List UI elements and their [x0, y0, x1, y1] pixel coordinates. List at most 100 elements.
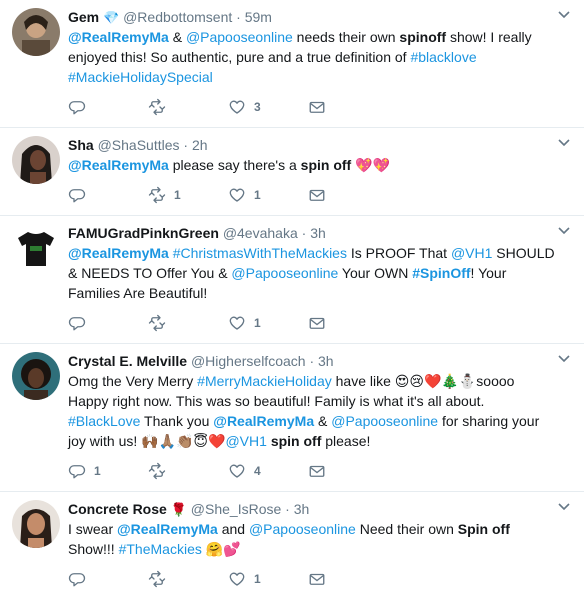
- author-name[interactable]: Crystal E. Melville: [68, 353, 187, 369]
- text-segment: have like: [331, 373, 395, 389]
- chevron-down-icon[interactable]: [556, 6, 572, 22]
- emoji-group: 🙌🏾🙏🏽👏🏽😇❤️: [141, 433, 226, 449]
- like-button[interactable]: 1: [228, 314, 308, 332]
- timestamp[interactable]: 59m: [245, 9, 272, 25]
- retweet-button[interactable]: [148, 314, 228, 332]
- hashtag-link[interactable]: #blacklove: [410, 49, 476, 65]
- tweet[interactable]: Crystal E. Melville @Higherselfcoach · 3…: [0, 344, 584, 492]
- reply-button[interactable]: [68, 98, 148, 116]
- like-button[interactable]: 1: [228, 570, 308, 588]
- reply-icon: [68, 465, 86, 479]
- tweet-header: Crystal E. Melville @Higherselfcoach · 3…: [68, 352, 556, 370]
- timestamp[interactable]: 2h: [192, 137, 208, 153]
- mention-link[interactable]: @RealRemyMa: [68, 29, 169, 45]
- avatar[interactable]: [12, 224, 60, 272]
- mention-link[interactable]: @RealRemyMa: [68, 245, 169, 261]
- dm-button[interactable]: [308, 186, 388, 204]
- tweet[interactable]: Concrete Rose 🌹 @She_IsRose · 3h I swear…: [0, 492, 584, 597]
- tweet-feed: Gem 💎 @Redbottomsent · 59m @RealRemyMa &…: [0, 0, 584, 597]
- dm-button[interactable]: [308, 314, 388, 332]
- timestamp[interactable]: 3h: [310, 225, 326, 241]
- reply-button[interactable]: [68, 186, 148, 204]
- chevron-down-icon[interactable]: [556, 350, 572, 366]
- retweet-button[interactable]: [148, 462, 228, 480]
- reply-icon: [68, 573, 86, 587]
- mention-link[interactable]: @VH1: [451, 245, 492, 261]
- mention-link[interactable]: @Papooseonline: [186, 29, 293, 45]
- tweet-actions: 1 1: [68, 183, 556, 207]
- dm-button[interactable]: [308, 570, 388, 588]
- retweet-icon: [148, 98, 166, 116]
- avatar[interactable]: [12, 136, 60, 184]
- author-handle[interactable]: @Higherselfcoach: [191, 353, 306, 369]
- retweet-icon: [148, 570, 166, 588]
- chevron-down-icon[interactable]: [556, 498, 572, 514]
- highlighted-keyword: spinoff: [399, 29, 447, 45]
- avatar[interactable]: [12, 352, 60, 400]
- chevron-down-icon[interactable]: [556, 134, 572, 150]
- author-handle[interactable]: @4evahaka: [223, 225, 298, 241]
- reply-icon: [68, 189, 86, 203]
- like-button[interactable]: 4: [228, 462, 308, 480]
- text-segment: &: [314, 413, 332, 429]
- mention-link[interactable]: @RealRemyMa: [117, 521, 218, 537]
- separator-dot: ·: [301, 225, 307, 241]
- heart-icon: [229, 316, 245, 330]
- reply-button[interactable]: 1: [68, 462, 148, 480]
- tweet-actions: 1 4: [68, 459, 556, 483]
- tweet-text: I swear @RealRemyMa and @Papooseonline N…: [68, 519, 556, 559]
- retweet-icon: [148, 186, 166, 204]
- mention-link[interactable]: @Papooseonline: [249, 521, 356, 537]
- mention-link[interactable]: @RealRemyMa: [68, 157, 169, 173]
- tweet-header: Sha @ShaSuttles · 2h: [68, 136, 556, 154]
- hashtag-link[interactable]: #TheMackies: [119, 541, 202, 557]
- tweet[interactable]: FAMUGradPinknGreen @4evahaka · 3h @RealR…: [0, 216, 584, 344]
- retweet-icon: [148, 314, 166, 332]
- tweet-actions: 3: [68, 95, 556, 119]
- envelope-icon: [309, 189, 325, 201]
- mention-link[interactable]: @Papooseonline: [231, 265, 338, 281]
- timestamp[interactable]: 3h: [294, 501, 310, 517]
- hashtag-link[interactable]: #MerryMackieHoliday: [197, 373, 332, 389]
- retweet-button[interactable]: 1: [148, 186, 228, 204]
- author-name[interactable]: FAMUGradPinknGreen: [68, 225, 219, 241]
- timestamp[interactable]: 3h: [318, 353, 334, 369]
- highlighted-keyword: spin off: [300, 157, 352, 173]
- dm-button[interactable]: [308, 462, 388, 480]
- mention-link[interactable]: @Papooseonline: [331, 413, 438, 429]
- tweet-text: @RealRemyMa please say there's a spin of…: [68, 155, 556, 175]
- like-button[interactable]: 3: [228, 98, 308, 116]
- hashtag-link[interactable]: #BlackLove: [68, 413, 140, 429]
- envelope-icon: [309, 101, 325, 113]
- hashtag-link[interactable]: #ChristmasWithTheMackies: [173, 245, 347, 261]
- hashtag-link[interactable]: #SpinOff: [412, 265, 470, 281]
- author-name[interactable]: Gem: [68, 9, 99, 25]
- text-segment: Omg the Very Merry: [68, 373, 198, 389]
- emoji-group: 😍😢❤️🎄⛄: [394, 373, 477, 389]
- tweet[interactable]: Sha @ShaSuttles · 2h @RealRemyMa please …: [0, 128, 584, 216]
- mention-link[interactable]: @RealRemyMa: [213, 413, 314, 429]
- envelope-icon: [309, 573, 325, 585]
- dm-button[interactable]: [308, 98, 388, 116]
- author-handle[interactable]: @ShaSuttles: [98, 137, 180, 153]
- mention-link[interactable]: @VH1: [225, 433, 266, 449]
- retweet-button[interactable]: [148, 570, 228, 588]
- separator-dot: ·: [285, 501, 290, 517]
- author-handle[interactable]: @Redbottomsent: [123, 9, 232, 25]
- avatar[interactable]: [12, 500, 60, 548]
- tweet[interactable]: Gem 💎 @Redbottomsent · 59m @RealRemyMa &…: [0, 0, 584, 128]
- avatar[interactable]: [12, 8, 60, 56]
- author-name[interactable]: Concrete Rose: [68, 501, 167, 517]
- reply-button[interactable]: [68, 570, 148, 588]
- text-segment: Is PROOF That: [346, 245, 451, 261]
- like-button[interactable]: 1: [228, 186, 308, 204]
- author-name[interactable]: Sha: [68, 137, 94, 153]
- text-segment: Need their own: [355, 521, 458, 537]
- chevron-down-icon[interactable]: [556, 222, 572, 238]
- reply-button[interactable]: [68, 314, 148, 332]
- like-count: 1: [254, 316, 261, 330]
- retweet-button[interactable]: [148, 98, 228, 116]
- hashtag-link[interactable]: #MackieHolidaySpecial: [68, 69, 213, 85]
- author-handle[interactable]: @She_IsRose: [191, 501, 281, 517]
- like-count: 1: [254, 572, 261, 586]
